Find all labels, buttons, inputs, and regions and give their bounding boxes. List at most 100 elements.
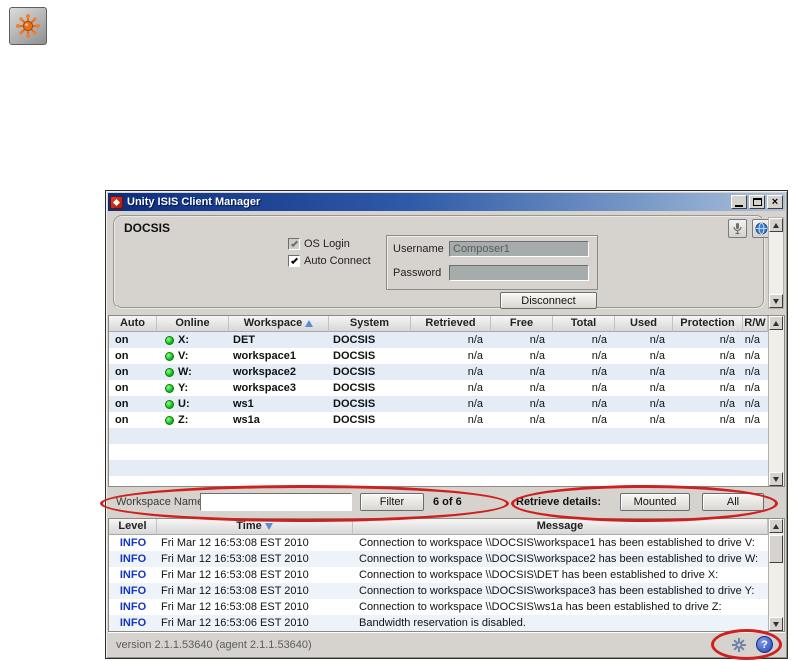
log-row[interactable]: INFO Fri Mar 12 16:53:06 EST 2010 Bandwi… bbox=[109, 615, 768, 631]
log-level-cell: INFO bbox=[119, 617, 147, 629]
log-row[interactable]: INFO Fri Mar 12 16:53:08 EST 2010 Connec… bbox=[109, 599, 768, 615]
column-header-auto[interactable]: Auto bbox=[109, 316, 157, 332]
scrollbar-thumb[interactable] bbox=[769, 535, 783, 563]
workspace-table-main: Auto Online Workspace System Retrieved F… bbox=[109, 316, 768, 486]
microphone-button[interactable] bbox=[728, 219, 747, 238]
workspace-row[interactable]: on Z: ws1a DOCSIS n/a n/a n/a n/a n/a n/… bbox=[109, 412, 768, 428]
drive-letter: W: bbox=[178, 366, 192, 378]
online-status-icon bbox=[165, 415, 174, 425]
column-header-online[interactable]: Online bbox=[157, 316, 229, 332]
filter-button[interactable]: Filter bbox=[360, 493, 424, 511]
total-cell: n/a bbox=[591, 382, 607, 394]
scroll-down-button[interactable] bbox=[769, 294, 783, 308]
online-cell: U: bbox=[157, 396, 229, 412]
column-header-rw[interactable]: R/W bbox=[743, 316, 768, 332]
log-time-cell: Fri Mar 12 16:53:08 EST 2010 bbox=[161, 553, 309, 565]
rw-cell: n/a bbox=[744, 398, 760, 410]
arrow-up-icon bbox=[773, 222, 779, 228]
workspace-row[interactable]: on W: workspace2 DOCSIS n/a n/a n/a n/a … bbox=[109, 364, 768, 380]
workspace-table: Auto Online Workspace System Retrieved F… bbox=[108, 315, 785, 487]
used-cell: n/a bbox=[649, 334, 665, 346]
log-row[interactable]: INFO Fri Mar 12 16:53:08 EST 2010 Connec… bbox=[109, 567, 768, 583]
scroll-down-button[interactable] bbox=[769, 617, 783, 631]
status-bar: version 2.1.1.53640 (agent 2.1.1.53640) … bbox=[108, 632, 785, 656]
workspace-name-input[interactable] bbox=[200, 493, 352, 511]
column-header-retrieved[interactable]: Retrieved bbox=[411, 316, 491, 332]
log-time-cell: Fri Mar 12 16:53:08 EST 2010 bbox=[161, 601, 309, 613]
column-header-time[interactable]: Time bbox=[157, 519, 353, 535]
auto-cell: on bbox=[115, 414, 129, 426]
connection-scrollbar[interactable] bbox=[768, 217, 784, 309]
workspace-row[interactable]: on U: ws1 DOCSIS n/a n/a n/a n/a n/a n/a bbox=[109, 396, 768, 412]
scroll-up-button[interactable] bbox=[769, 519, 783, 533]
window-title: Unity ISIS Client Manager bbox=[127, 196, 261, 208]
retrieved-cell: n/a bbox=[467, 414, 483, 426]
column-header-free[interactable]: Free bbox=[491, 316, 553, 332]
arrow-up-icon bbox=[773, 523, 779, 529]
rw-cell: n/a bbox=[744, 350, 760, 362]
log-message-cell: Connection to workspace \\DOCSIS\workspa… bbox=[359, 553, 759, 565]
used-cell: n/a bbox=[649, 398, 665, 410]
workspace-name-cell: workspace2 bbox=[233, 366, 296, 378]
column-header-message[interactable]: Message bbox=[353, 519, 768, 535]
online-cell: W: bbox=[157, 364, 229, 380]
workspace-row[interactable]: on V: workspace1 DOCSIS n/a n/a n/a n/a … bbox=[109, 348, 768, 364]
log-row[interactable]: INFO Fri Mar 12 16:53:08 EST 2010 Connec… bbox=[109, 583, 768, 599]
column-header-level[interactable]: Level bbox=[109, 519, 157, 535]
log-message-cell: Connection to workspace \\DOCSIS\ws1a ha… bbox=[359, 601, 722, 613]
auto-connect-label: Auto Connect bbox=[304, 255, 371, 267]
workspace-row[interactable]: on Y: workspace3 DOCSIS n/a n/a n/a n/a … bbox=[109, 380, 768, 396]
system-cell: DOCSIS bbox=[333, 366, 376, 378]
minimize-button[interactable] bbox=[731, 195, 747, 209]
empty-row bbox=[109, 428, 768, 444]
log-row[interactable]: INFO Fri Mar 12 16:53:08 EST 2010 Connec… bbox=[109, 535, 768, 551]
os-login-checkbox[interactable]: OS Login bbox=[288, 238, 350, 250]
titlebar[interactable]: Unity ISIS Client Manager × bbox=[108, 193, 785, 211]
column-header-total[interactable]: Total bbox=[553, 316, 615, 332]
log-row[interactable]: INFO Fri Mar 12 16:53:08 EST 2010 Connec… bbox=[109, 551, 768, 567]
log-message-cell: Connection to workspace \\DOCSIS\DET has… bbox=[359, 569, 719, 581]
starburst-network-icon bbox=[16, 14, 40, 38]
username-field[interactable] bbox=[449, 241, 589, 257]
online-status-icon bbox=[165, 399, 174, 409]
log-message-cell: Connection to workspace \\DOCSIS\workspa… bbox=[359, 585, 755, 597]
column-header-used[interactable]: Used bbox=[615, 316, 673, 332]
free-cell: n/a bbox=[529, 398, 545, 410]
retrieved-cell: n/a bbox=[467, 398, 483, 410]
column-header-protection[interactable]: Protection bbox=[673, 316, 743, 332]
settings-gear-button[interactable] bbox=[730, 636, 747, 653]
free-cell: n/a bbox=[529, 350, 545, 362]
log-level-cell: INFO bbox=[119, 585, 147, 597]
column-header-system[interactable]: System bbox=[329, 316, 411, 332]
help-button[interactable]: ? bbox=[756, 636, 773, 653]
log-scrollbar[interactable] bbox=[768, 519, 784, 631]
all-button[interactable]: All bbox=[702, 493, 764, 511]
auto-cell: on bbox=[115, 382, 129, 394]
workspace-row[interactable]: on X: DET DOCSIS n/a n/a n/a n/a n/a n/a bbox=[109, 332, 768, 348]
used-cell: n/a bbox=[649, 382, 665, 394]
column-header-workspace[interactable]: Workspace bbox=[229, 316, 329, 332]
free-cell: n/a bbox=[529, 382, 545, 394]
system-name: DOCSIS bbox=[124, 221, 171, 235]
minimize-icon bbox=[735, 204, 743, 207]
auto-connect-checkbox[interactable]: Auto Connect bbox=[288, 255, 371, 267]
scroll-up-button[interactable] bbox=[769, 218, 783, 232]
workspace-name-label: Workspace Name bbox=[116, 496, 204, 508]
system-cell: DOCSIS bbox=[333, 414, 376, 426]
workspace-scrollbar[interactable] bbox=[768, 316, 784, 486]
scroll-up-button[interactable] bbox=[769, 316, 783, 330]
isis-app-icon[interactable] bbox=[9, 7, 47, 45]
password-field[interactable] bbox=[449, 265, 589, 281]
close-button[interactable]: × bbox=[767, 195, 783, 209]
disconnect-button[interactable]: Disconnect bbox=[500, 292, 597, 309]
maximize-button[interactable] bbox=[749, 195, 765, 209]
scroll-down-button[interactable] bbox=[769, 472, 783, 486]
protection-cell: n/a bbox=[719, 366, 735, 378]
rw-cell: n/a bbox=[744, 414, 760, 426]
log-message-cell: Bandwidth reservation is disabled. bbox=[359, 617, 526, 629]
username-row: Username bbox=[393, 241, 589, 257]
auto-cell: on bbox=[115, 398, 129, 410]
online-status-icon bbox=[165, 351, 174, 361]
protection-cell: n/a bbox=[719, 334, 735, 346]
mounted-button[interactable]: Mounted bbox=[620, 493, 690, 511]
